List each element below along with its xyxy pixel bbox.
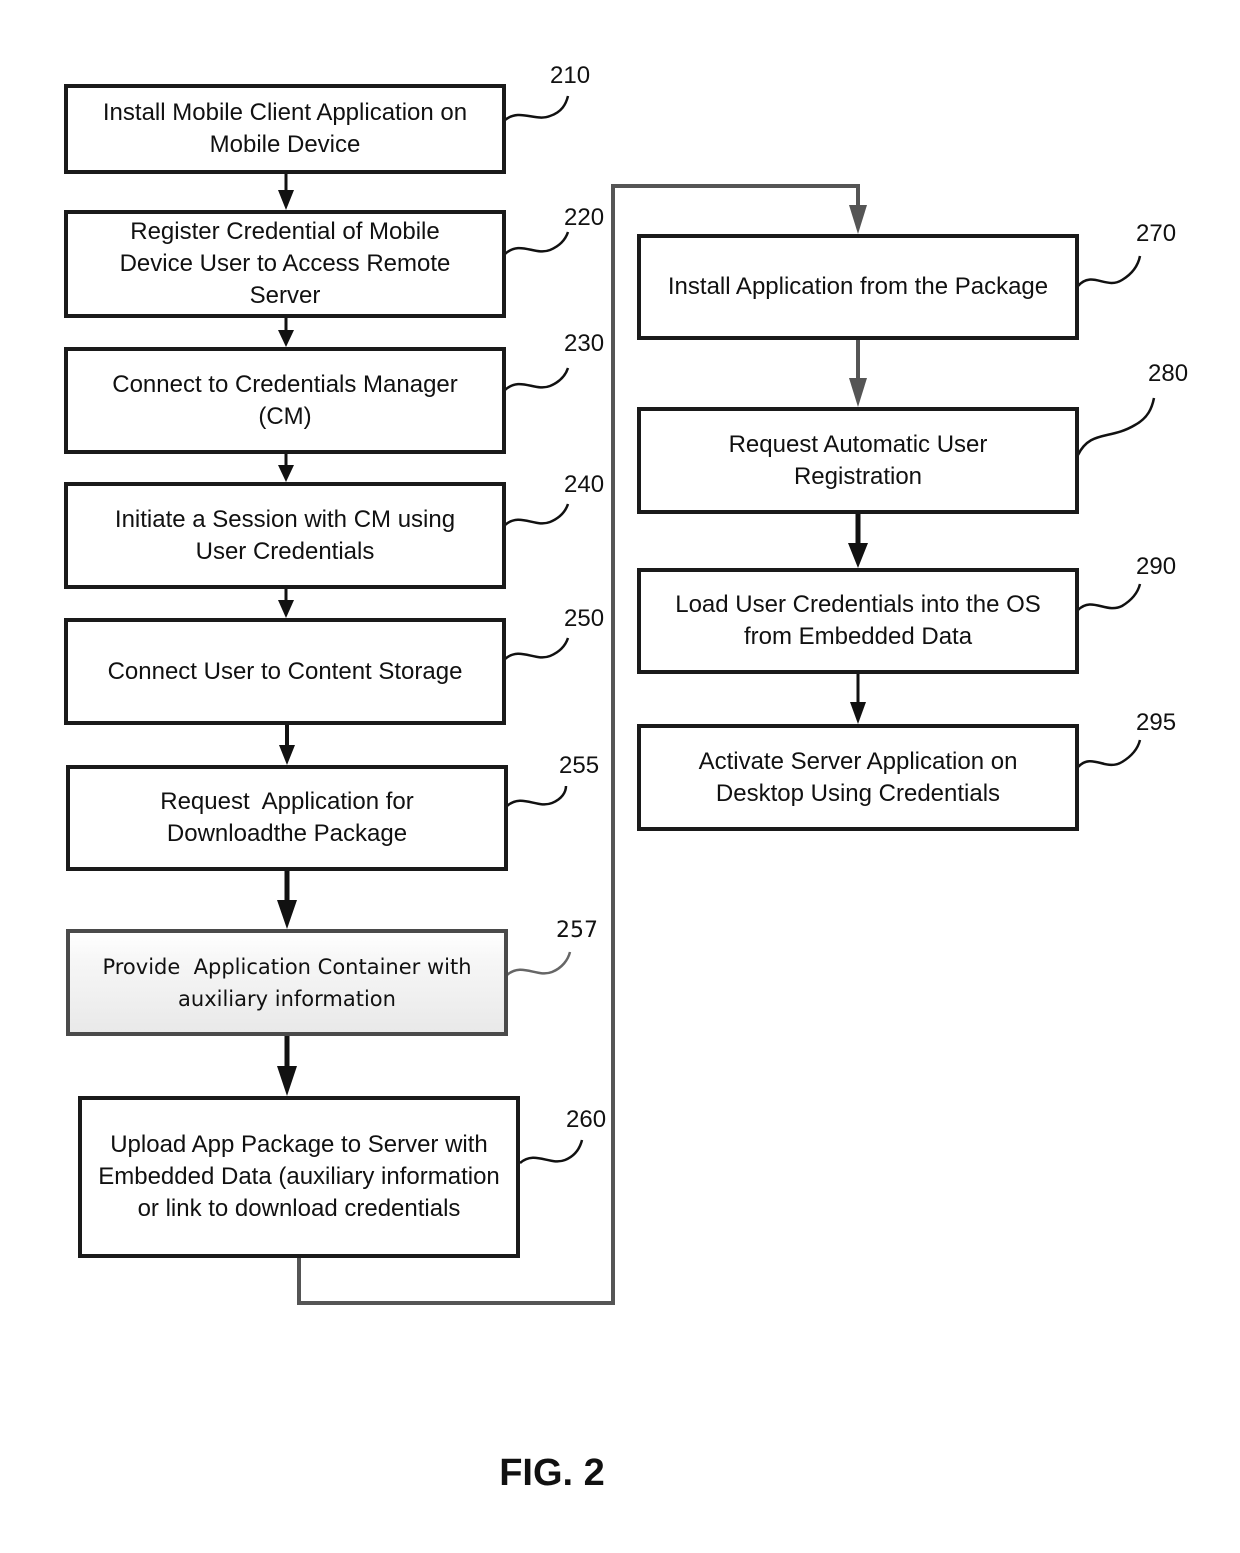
ref-label-210: 210	[550, 62, 591, 89]
step-text-230: Connect to Credentials Manager (CM)	[112, 370, 458, 430]
arrowhead-230-240	[278, 465, 294, 482]
step-text-257: Provide Application Container with auxil…	[102, 954, 479, 1011]
step-box-240: Initiate a Session with CM using User Cr…	[64, 482, 506, 589]
arrowhead-210-220	[278, 190, 294, 210]
ref-label-250: 250	[564, 605, 605, 632]
ref-label-220: 220	[564, 204, 605, 231]
leader-290	[1077, 583, 1142, 611]
step-text-290: Load User Credentials into the OS from E…	[675, 591, 1041, 650]
ref-label-255: 255	[559, 752, 600, 779]
ref-label-240: 240	[564, 471, 605, 498]
arrowhead-260-270	[849, 205, 867, 234]
arrowhead-240-250	[278, 600, 294, 618]
figure-label: FIG. 2	[499, 1452, 605, 1494]
step-box-250: Connect User to Content Storage	[64, 618, 506, 725]
step-box-280: Request Automatic User Registration	[637, 407, 1079, 514]
arrowhead-280-290	[848, 543, 868, 568]
leader-280	[1076, 397, 1156, 456]
leader-240	[504, 503, 570, 527]
leader-220	[504, 231, 570, 255]
arrowhead-255-257	[277, 900, 297, 929]
step-box-260: Upload App Package to Server with Embedd…	[78, 1096, 520, 1258]
step-box-210: Install Mobile Client Application on Mob…	[64, 84, 506, 174]
arrowhead-220-230	[278, 330, 294, 347]
arrowhead-290-295	[850, 702, 866, 724]
step-text-210: Install Mobile Client Application on Mob…	[102, 99, 468, 158]
step-box-255: Request Application for Downloadthe Pack…	[66, 765, 508, 871]
step-box-220: Register Credential of Mobile Device Use…	[64, 210, 506, 318]
ref-label-270: 270	[1136, 220, 1177, 247]
leader-295	[1077, 739, 1142, 768]
step-text-270: Install Application from the Package	[667, 273, 1049, 300]
flowchart: Install Mobile Client Application on Mob…	[0, 0, 1240, 1553]
ref-label-295: 295	[1136, 709, 1177, 736]
step-text-240: Initiate a Session with CM using User Cr…	[114, 505, 456, 565]
ref-label-290: 290	[1136, 553, 1177, 580]
ref-label-257: 257	[556, 918, 598, 943]
arrowhead-250-255	[279, 745, 295, 765]
step-box-270: Install Application from the Package	[637, 234, 1079, 340]
leader-260	[519, 1139, 584, 1165]
step-box-295: Activate Server Application on Desktop U…	[637, 724, 1079, 831]
step-text-260: Upload App Package to Server with Embedd…	[98, 1131, 500, 1222]
ref-label-280: 280	[1148, 360, 1189, 387]
step-box-257: Provide Application Container with auxil…	[66, 929, 508, 1036]
leader-270	[1077, 255, 1142, 287]
step-box-290: Load User Credentials into the OS from E…	[637, 568, 1079, 674]
leader-255	[506, 785, 568, 808]
step-text-255: Request Application for Downloadthe Pack…	[160, 788, 421, 847]
step-text-280: Request Automatic User Registration	[728, 430, 988, 490]
ref-label-230: 230	[564, 330, 605, 357]
leader-250	[504, 637, 570, 661]
ref-label-260: 260	[566, 1106, 607, 1133]
step-text-295: Activate Server Application on Desktop U…	[698, 747, 1018, 807]
arrowhead-270-280	[849, 378, 867, 407]
step-box-230: Connect to Credentials Manager (CM)	[64, 347, 506, 454]
leader-230	[504, 367, 570, 391]
leader-210	[504, 95, 570, 122]
step-text-250: Connect User to Content Storage	[107, 657, 463, 685]
leader-257	[506, 951, 572, 977]
arrowhead-257-260	[277, 1066, 297, 1096]
step-text-220: Register Credential of Mobile Device Use…	[119, 218, 451, 309]
